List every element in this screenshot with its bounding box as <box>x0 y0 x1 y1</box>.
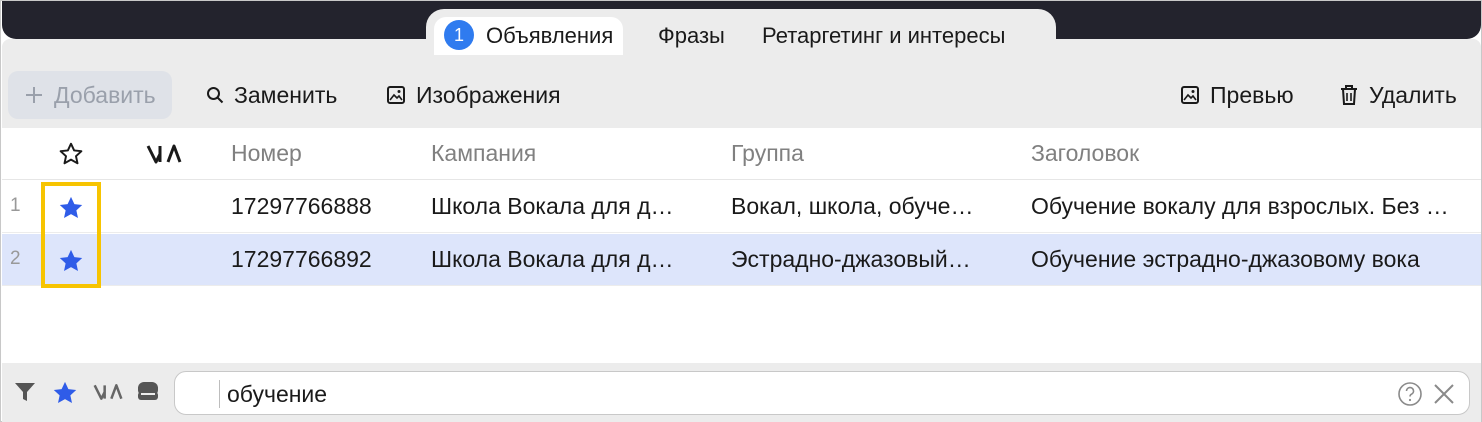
tab-retargeting[interactable]: Ретаргетинг и интересы <box>752 17 1015 55</box>
tab-ads-badge: 1 <box>444 20 474 51</box>
tab-ads-label: Объявления <box>486 23 614 48</box>
cell-number: 17297766892 <box>231 246 372 272</box>
row-index: 2 <box>10 248 21 269</box>
delete-button-label: Удалить <box>1369 82 1457 108</box>
help-icon[interactable] <box>1397 381 1423 412</box>
status-filter-icon[interactable] <box>137 380 159 409</box>
search-input[interactable] <box>227 378 1377 410</box>
app-window: 1 Объявления Фразы Ретаргетинг и интересы… <box>0 0 1482 422</box>
search-divider <box>219 380 220 408</box>
column-campaign[interactable]: Кампания <box>431 140 536 167</box>
table-row[interactable]: 2 17297766892 Школа Вокала для д… Эстрад… <box>2 234 1481 286</box>
star-filter-icon[interactable] <box>51 379 79 412</box>
image-icon <box>386 85 406 105</box>
tab-retargeting-label: Ретаргетинг и интересы <box>762 23 1006 48</box>
cell-group: Вокал, школа, обуче… <box>731 193 974 219</box>
search-field[interactable] <box>174 371 1470 415</box>
tab-ads[interactable]: 1 Объявления <box>434 17 624 55</box>
moderation-filter-icon[interactable] <box>93 382 123 407</box>
cell-campaign: Школа Вокала для д… <box>431 193 674 219</box>
cell-group: Эстрадно-джазовый… <box>731 246 971 272</box>
preview-button[interactable]: Превью <box>1180 71 1294 119</box>
star-outline-icon[interactable] <box>58 141 84 172</box>
star-column-highlight <box>41 182 101 288</box>
cell-number: 17297766888 <box>231 193 372 219</box>
clear-icon[interactable] <box>1433 383 1455 410</box>
table-header: Номер Кампания Группа Заголовок <box>2 128 1481 180</box>
tab-phrases[interactable]: Фразы <box>648 17 735 55</box>
moderation-icon[interactable] <box>146 142 182 171</box>
plus-icon <box>24 85 44 105</box>
cell-title: Обучение эстрадно-джазовому вока <box>1031 246 1420 272</box>
cell-title: Обучение вокалу для взрослых. Без … <box>1031 193 1449 219</box>
table-row[interactable]: 1 17297766888 Школа Вокала для д… Вокал,… <box>2 181 1481 233</box>
filter-icon[interactable] <box>14 381 36 408</box>
add-button[interactable]: Добавить <box>8 71 172 119</box>
column-title[interactable]: Заголовок <box>1031 140 1139 167</box>
column-number[interactable]: Номер <box>231 140 302 167</box>
preview-button-label: Превью <box>1210 82 1294 108</box>
column-group[interactable]: Группа <box>731 140 804 167</box>
filter-bar <box>2 363 1481 422</box>
trash-icon <box>1339 84 1359 106</box>
images-button[interactable]: Изображения <box>386 71 561 119</box>
tab-bar: 1 Объявления Фразы Ретаргетинг и интересы <box>426 9 1056 57</box>
replace-button-label: Заменить <box>234 82 338 108</box>
ads-table: Номер Кампания Группа Заголовок 1 172977… <box>2 128 1481 363</box>
add-button-label: Добавить <box>54 82 156 108</box>
tab-phrases-label: Фразы <box>658 23 725 48</box>
toolbar: Добавить Заменить Изображения Превью Уда… <box>2 63 1481 127</box>
images-button-label: Изображения <box>416 82 561 108</box>
image-icon <box>1180 85 1200 105</box>
search-icon <box>206 86 224 104</box>
row-index: 1 <box>10 195 21 216</box>
replace-button[interactable]: Заменить <box>206 71 337 119</box>
cell-campaign: Школа Вокала для д… <box>431 246 674 272</box>
delete-button[interactable]: Удалить <box>1339 71 1457 119</box>
